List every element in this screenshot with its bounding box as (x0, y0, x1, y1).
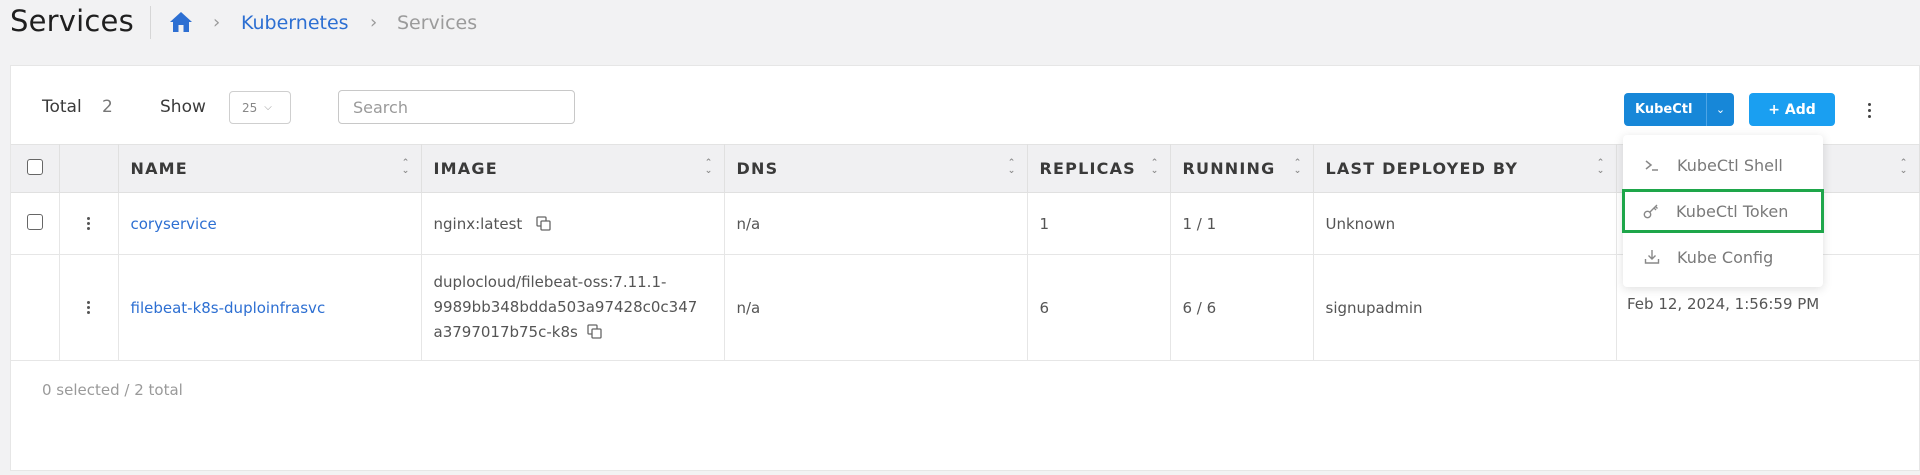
download-icon (1644, 250, 1660, 264)
service-name-link[interactable]: filebeat-k8s-duploinfrasvc (131, 299, 326, 317)
chevron-down-icon[interactable]: ⌄ (1707, 103, 1734, 116)
total-count: 2 (102, 97, 113, 117)
image-cell: duplocloud/filebeat-oss:7.11.1- 9989bb34… (421, 254, 725, 361)
row-actions-cell (59, 254, 119, 361)
breadcrumb-separator: › (213, 12, 221, 33)
dns-cell: n/a (724, 254, 1028, 361)
kubectl-button-label: KubeCtl (1635, 102, 1693, 117)
row-menu-icon[interactable] (60, 301, 118, 314)
breadcrumb-separator: › (370, 12, 378, 33)
key-icon (1643, 204, 1658, 219)
sort-icon: ⌃ ⌄ (1596, 158, 1606, 176)
chevron-down-icon: ⌵ (264, 102, 272, 113)
last-deployed-by-cell: Unknown (1313, 192, 1617, 255)
replicas-cell: 6 (1027, 254, 1171, 361)
service-name-cell: coryservice (118, 192, 422, 255)
menu-item-kubectl-token[interactable]: KubeCtl Token (1622, 189, 1824, 233)
image-line: duplocloud/filebeat-oss:7.11.1- (433, 273, 667, 291)
image-value: nginx:latest (433, 214, 523, 233)
actions-header (59, 144, 119, 193)
column-header-image[interactable]: IMAGE ⌃ ⌄ (421, 144, 725, 193)
copy-icon[interactable] (536, 215, 551, 231)
dns-cell: n/a (724, 192, 1028, 255)
menu-item-label: KubeCtl Shell (1677, 155, 1783, 175)
show-label: Show (160, 97, 206, 117)
row-actions-cell (59, 192, 119, 255)
page-size-select[interactable]: 25 ⌵ (229, 91, 291, 124)
row-select-cell (11, 254, 60, 361)
add-button[interactable]: + Add (1749, 93, 1835, 126)
header-divider (150, 6, 151, 39)
running-cell: 6 / 6 (1170, 254, 1314, 361)
select-all-cell (11, 144, 60, 193)
terminal-icon (1645, 160, 1658, 171)
menu-item-kube-config[interactable]: Kube Config (1623, 235, 1823, 279)
breadcrumb-services: Services (397, 12, 478, 34)
row-select-cell (11, 192, 60, 255)
sort-icon: ⌃ ⌄ (1007, 158, 1017, 176)
row-menu-icon[interactable] (60, 217, 118, 230)
last-deployed-date: Feb 12, 2024, 1:56:59 PM (1627, 295, 1820, 313)
page-title: Services (10, 4, 134, 38)
page-header: Services › Kubernetes › Services (0, 0, 1920, 50)
selection-info: 0 selected / 2 total (42, 381, 183, 399)
more-options-icon[interactable] (1859, 98, 1879, 122)
replicas-cell: 1 (1027, 192, 1171, 255)
image-cell: nginx:latest (421, 192, 725, 255)
page-size-value: 25 (242, 100, 258, 115)
service-name-cell: filebeat-k8s-duploinfrasvc (118, 254, 422, 361)
home-icon[interactable] (169, 11, 193, 33)
running-cell: 1 / 1 (1170, 192, 1314, 255)
sort-icon: ⌃ ⌄ (1293, 158, 1303, 176)
column-header-dns[interactable]: DNS ⌃ ⌄ (724, 144, 1028, 193)
search-input[interactable] (338, 90, 575, 124)
menu-item-label: KubeCtl Token (1676, 201, 1789, 221)
sort-icon: ⌃ ⌄ (1899, 158, 1909, 176)
sort-icon: ⌃ ⌄ (1150, 158, 1160, 176)
column-header-replicas[interactable]: REPLICAS ⌃ ⌄ (1027, 144, 1171, 193)
last-deployed-by-cell: signupadmin (1313, 254, 1617, 361)
row-checkbox[interactable] (27, 213, 43, 230)
image-line: a3797017b75c-k8s (433, 323, 578, 341)
kubectl-dropdown-menu: KubeCtl Shell KubeCtl Token Kube Config (1622, 135, 1824, 287)
sort-icon: ⌃ ⌄ (704, 158, 714, 176)
image-line: 9989bb348bdda503a97428c0c347 (433, 298, 698, 316)
column-header-name[interactable]: NAME ⌃ ⌄ (118, 144, 422, 193)
select-all-checkbox[interactable] (27, 158, 43, 175)
breadcrumb-kubernetes[interactable]: Kubernetes (241, 12, 349, 34)
kubectl-button[interactable]: KubeCtl ⌄ (1624, 93, 1734, 126)
menu-item-label: Kube Config (1677, 247, 1774, 267)
menu-item-kubectl-shell[interactable]: KubeCtl Shell (1623, 143, 1823, 187)
service-name-link[interactable]: coryservice (131, 215, 217, 233)
column-header-running[interactable]: RUNNING ⌃ ⌄ (1170, 144, 1314, 193)
column-header-last-deployed-by[interactable]: LAST DEPLOYED BY ⌃ ⌄ (1313, 144, 1617, 193)
total-label: Total (42, 97, 82, 117)
copy-icon[interactable] (587, 324, 602, 339)
sort-icon: ⌃ ⌄ (401, 158, 411, 176)
